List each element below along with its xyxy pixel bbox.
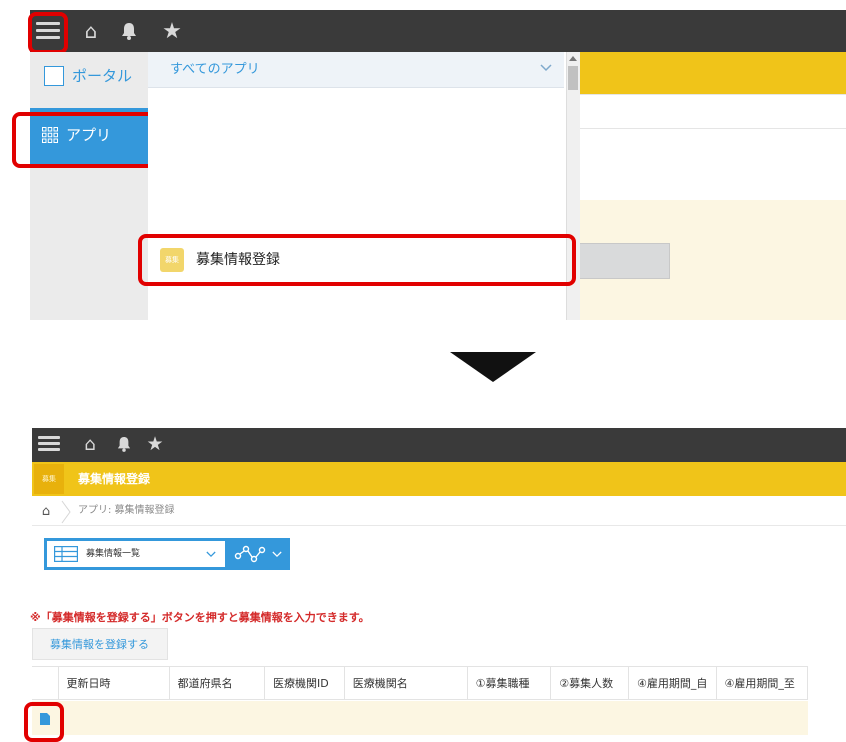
- transition-arrow-icon: [450, 352, 536, 382]
- column-header[interactable]: ②募集人数: [551, 667, 629, 699]
- bell-icon[interactable]: [118, 18, 140, 44]
- app-header-bar: [32, 462, 846, 496]
- notice-text: ※「募集情報を登録する」ボタンを押すと募集情報を入力できます。: [30, 611, 370, 624]
- breadcrumb-separator-icon: [60, 500, 72, 524]
- scrollbar-thumb[interactable]: [568, 66, 578, 90]
- breadcrumb-path[interactable]: アプリ: 募集情報登録: [78, 505, 175, 517]
- top-panel: ⌂ ★ ポータル アプリ すべてのアプリ 募集 募集情報登録: [0, 0, 846, 320]
- page-row-line: [580, 128, 846, 129]
- star-icon-2[interactable]: ★: [144, 431, 166, 457]
- view-chevron-down-icon[interactable]: [204, 548, 218, 560]
- sidebar: [30, 52, 148, 320]
- breadcrumb-home-icon[interactable]: ⌂: [38, 502, 54, 520]
- portal-icon: [44, 66, 64, 86]
- dropdown-header-label: すべてのアプリ: [170, 62, 260, 77]
- highlight-record-icon: [24, 702, 64, 742]
- column-header[interactable]: 医療機関ID: [265, 667, 345, 699]
- app-title: 募集情報登録: [78, 472, 151, 486]
- app-header-bar-bg: [580, 52, 846, 94]
- table-row[interactable]: [32, 701, 808, 735]
- home-icon[interactable]: ⌂: [80, 18, 102, 44]
- column-header[interactable]: ①募集職種: [468, 667, 552, 699]
- bottom-panel: ⌂ ★ 募集 募集情報登録 ⌂ アプリ: 募集情報登録 募集情報一覧 ※「募集情…: [0, 420, 846, 742]
- column-header[interactable]: ④雇用期間_至: [717, 667, 808, 699]
- column-header[interactable]: 都道府県名: [170, 667, 266, 699]
- scrollbar-up-arrow[interactable]: [569, 56, 577, 61]
- sidebar-item-portal[interactable]: ポータル: [72, 66, 132, 86]
- star-icon[interactable]: ★: [160, 17, 184, 45]
- records-table-header: 更新日時 都道府県名 医療機関ID 医療機関名 ①募集職種 ②募集人数 ④雇用期…: [32, 666, 808, 700]
- home-icon-2[interactable]: ⌂: [80, 432, 100, 456]
- list-view-icon: [54, 546, 78, 563]
- top-navbar: [30, 10, 846, 52]
- column-header[interactable]: 更新日時: [59, 667, 170, 699]
- gray-button-bg: [578, 243, 670, 279]
- column-header[interactable]: 医療機関名: [345, 667, 468, 699]
- app-header-icon: 募集: [34, 464, 64, 494]
- register-button-label: 募集情報を登録する: [50, 638, 149, 651]
- column-header[interactable]: ④雇用期間_自: [629, 667, 717, 699]
- graph-icon: [234, 544, 266, 564]
- bell-icon-2[interactable]: [114, 432, 134, 456]
- graph-chevron-down-icon[interactable]: [270, 548, 284, 560]
- chevron-down-icon[interactable]: [538, 60, 554, 76]
- menu-icon-2[interactable]: [38, 433, 60, 455]
- view-select-label: 募集情報一覧: [86, 549, 141, 559]
- table-header-spacer: [32, 667, 59, 699]
- highlight-menu: [28, 12, 68, 54]
- highlight-app-item: [138, 234, 576, 286]
